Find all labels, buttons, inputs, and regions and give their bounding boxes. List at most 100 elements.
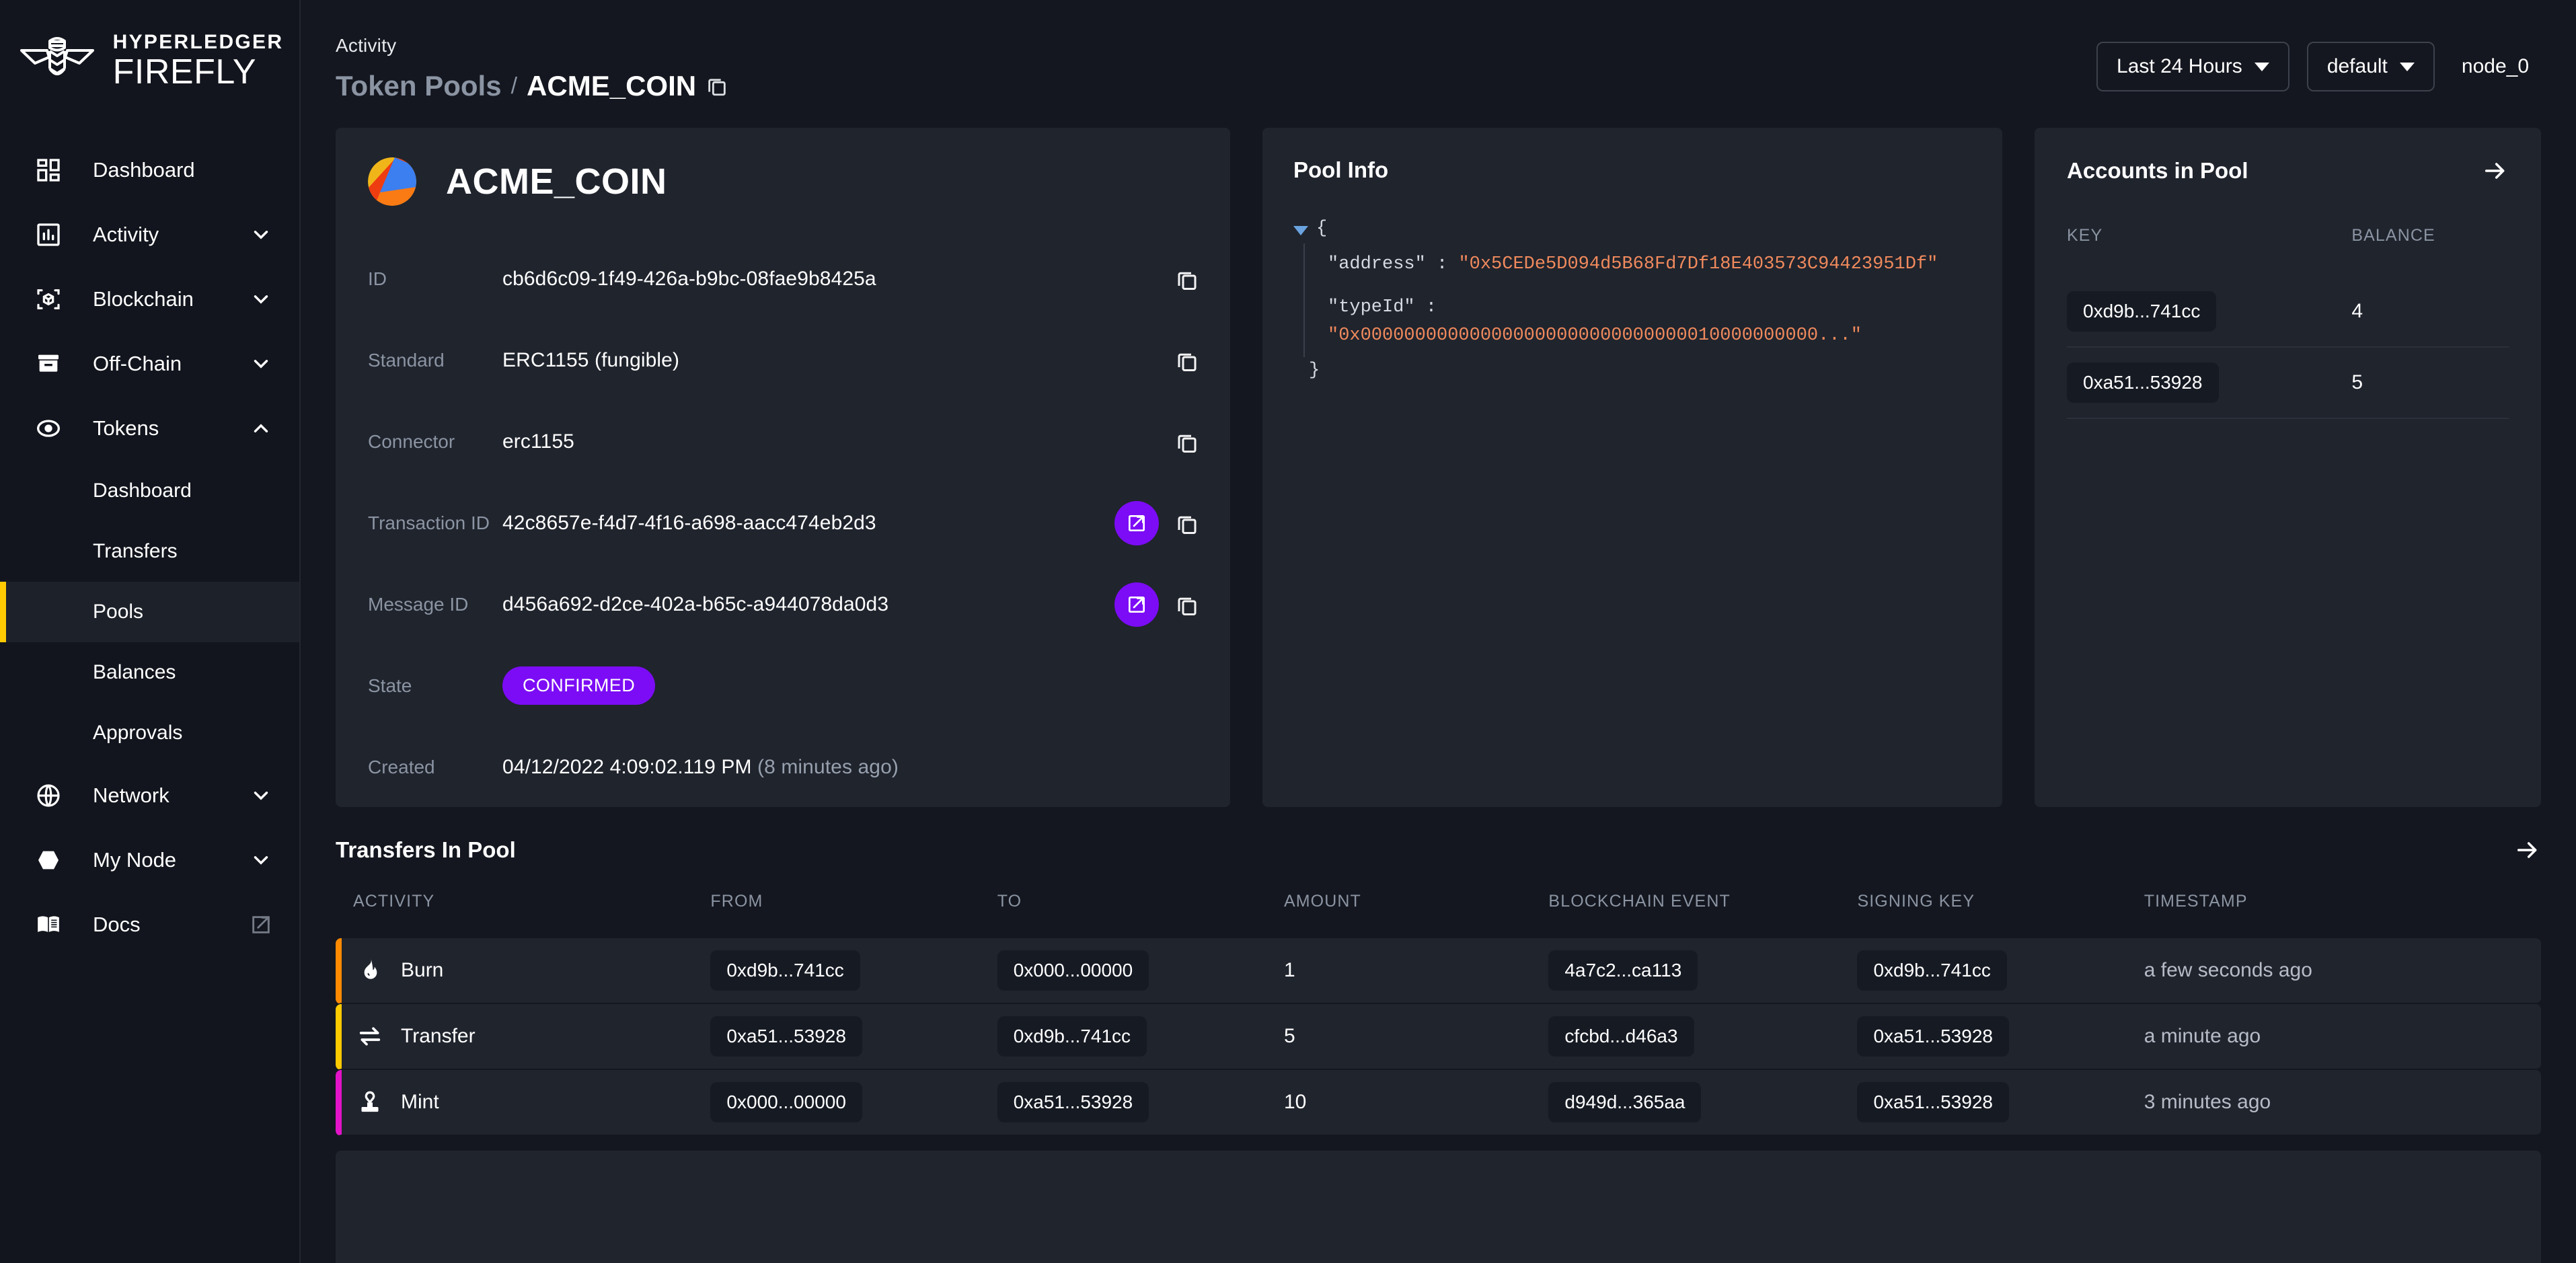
table-row[interactable]: Transfer 0xa51...53928 0xd9b...741cc 5 c… xyxy=(336,1004,2541,1070)
from-address-chip[interactable]: 0xd9b...741cc xyxy=(710,950,860,991)
brand-logo[interactable]: HYPERLEDGER FIREFLY xyxy=(0,0,299,138)
pool-info-card: Pool Info { "address" : "0x5CEDe5D094d5B… xyxy=(1262,128,2002,807)
external-link-icon[interactable] xyxy=(250,913,272,936)
json-entry-typeid: "typeId" : "0x00000000000000000000000000… xyxy=(1328,286,1971,358)
cube-scan-icon xyxy=(35,286,66,313)
cards-row: ACME_COIN ID cb6d6c09-1f49-426a-b9bc-08f… xyxy=(301,102,2576,807)
sidebar-item-dashboard[interactable]: Dashboard xyxy=(0,138,299,202)
arrow-right-icon[interactable] xyxy=(2514,837,2541,864)
breadcrumb: Activity Token Pools / ACME_COIN xyxy=(336,35,2096,102)
detail-value: ERC1155 (fungible) xyxy=(502,348,680,371)
copy-icon[interactable] xyxy=(1175,349,1198,372)
sidebar-item-tokens[interactable]: Tokens xyxy=(0,396,299,461)
sidebar-item-activity[interactable]: Activity xyxy=(0,202,299,267)
column-header-to: TO xyxy=(997,892,1022,911)
sidebar-item-tokens-approvals[interactable]: Approvals xyxy=(0,703,299,763)
sidebar-item-my-node[interactable]: My Node xyxy=(0,828,299,892)
breadcrumb-section: Activity xyxy=(336,35,397,56)
sidebar-subitem-label: Pools xyxy=(93,601,144,623)
sidebar-item-blockchain[interactable]: Blockchain xyxy=(0,267,299,332)
json-key: "address" xyxy=(1328,254,1426,274)
detail-row-state: State CONFIRMED xyxy=(368,645,1198,726)
top-bar: Activity Token Pools / ACME_COIN Last 24… xyxy=(301,0,2576,102)
top-controls: Last 24 Hours default node_0 xyxy=(2096,35,2529,91)
table-row[interactable]: Burn 0xd9b...741cc 0x000...00000 1 4a7c2… xyxy=(336,938,2541,1004)
chevron-down-icon[interactable] xyxy=(250,223,272,246)
json-close-brace: } xyxy=(1309,360,1320,381)
chevron-down-icon[interactable] xyxy=(250,288,272,311)
column-header-amount: AMOUNT xyxy=(1283,892,1361,911)
detail-value: d456a692-d2ce-402a-b65c-a944078da0d3 xyxy=(502,592,889,615)
sidebar-item-tokens-transfers[interactable]: Transfers xyxy=(0,521,299,582)
sidebar-item-tokens-pools[interactable]: Pools xyxy=(0,582,299,642)
detail-label: Standard xyxy=(368,349,445,371)
sidebar-subitem-label: Transfers xyxy=(93,540,178,562)
detail-label: Transaction ID xyxy=(368,512,490,533)
accounts-in-pool-card: Accounts in Pool KEY BALANCE 0xd9b...741… xyxy=(2035,128,2541,807)
from-address-chip[interactable]: 0x000...00000 xyxy=(710,1082,862,1122)
sidebar-item-tokens-dashboard[interactable]: Dashboard xyxy=(0,461,299,521)
to-address-chip[interactable]: 0x000...00000 xyxy=(997,950,1149,991)
to-address-chip[interactable]: 0xd9b...741cc xyxy=(997,1016,1147,1057)
column-header-timestamp: TIMESTAMP xyxy=(2144,892,2248,911)
sidebar: HYPERLEDGER FIREFLY Dashboard Activity B… xyxy=(0,0,301,1263)
collapse-triangle-icon[interactable] xyxy=(1293,226,1308,235)
accounts-table: KEY BALANCE 0xd9b...741cc 4 0xa51...5392… xyxy=(2067,226,2509,419)
from-address-chip[interactable]: 0xa51...53928 xyxy=(710,1016,862,1057)
table-row[interactable]: Mint 0x000...00000 0xa51...53928 10 d949… xyxy=(336,1070,2541,1136)
chevron-up-icon[interactable] xyxy=(250,417,272,440)
activity-label: Mint xyxy=(401,1091,439,1113)
copy-icon[interactable] xyxy=(1175,430,1198,453)
blockchain-event-chip[interactable]: 4a7c2...ca113 xyxy=(1548,950,1698,991)
sidebar-item-network[interactable]: Network xyxy=(0,763,299,828)
pool-name: ACME_COIN xyxy=(446,161,667,202)
token-circle-icon xyxy=(35,415,66,442)
copy-icon[interactable] xyxy=(1175,512,1198,535)
to-address-chip[interactable]: 0xa51...53928 xyxy=(997,1082,1149,1122)
created-relative: (8 minutes ago) xyxy=(757,755,899,778)
sidebar-item-tokens-balances[interactable]: Balances xyxy=(0,642,299,703)
sidebar-item-off-chain[interactable]: Off-Chain xyxy=(0,332,299,396)
open-external-button[interactable] xyxy=(1114,582,1159,627)
sidebar-item-docs[interactable]: Docs xyxy=(0,892,299,957)
amount-value: 10 xyxy=(1283,1070,1549,1136)
blockchain-event-chip[interactable]: cfcbd...d46a3 xyxy=(1548,1016,1694,1057)
account-key-chip[interactable]: 0xa51...53928 xyxy=(2067,362,2219,403)
detail-row-standard: Standard ERC1155 (fungible) xyxy=(368,319,1198,401)
copy-icon[interactable] xyxy=(706,75,728,98)
next-section-placeholder-card xyxy=(336,1151,2541,1263)
breadcrumb-parent-link[interactable]: Token Pools xyxy=(336,70,502,102)
open-external-button[interactable] xyxy=(1114,500,1159,545)
json-value: "0x5CEDe5D094d5B68Fd7Df18E403573C9442395… xyxy=(1458,254,1938,274)
chevron-down-icon[interactable] xyxy=(250,784,272,807)
chevron-down-icon[interactable] xyxy=(250,849,272,872)
account-key-chip[interactable]: 0xd9b...741cc xyxy=(2067,291,2217,332)
column-header-activity: ACTIVITY xyxy=(353,892,435,911)
firefly-bee-logo-icon xyxy=(16,34,98,88)
transfers-title: Transfers In Pool xyxy=(336,837,516,862)
amount-value: 5 xyxy=(1283,1004,1549,1070)
breadcrumb-separator: / xyxy=(510,73,518,99)
copy-icon[interactable] xyxy=(1175,268,1198,291)
blockchain-event-chip[interactable]: d949d...365aa xyxy=(1548,1082,1702,1122)
table-row[interactable]: 0xd9b...741cc 4 xyxy=(2067,276,2509,348)
transfers-table-header: ACTIVITY FROM TO AMOUNT BLOCKCHAIN EVENT… xyxy=(336,892,2541,938)
chevron-down-icon[interactable] xyxy=(250,352,272,375)
column-header-key: KEY xyxy=(2067,226,2103,245)
json-viewer: { "address" : "0x5CEDe5D094d5B68Fd7Df18E… xyxy=(1293,215,1971,385)
namespace-dropdown[interactable]: default xyxy=(2306,42,2435,91)
table-row[interactable]: 0xa51...53928 5 xyxy=(2067,347,2509,419)
signing-key-chip[interactable]: 0xd9b...741cc xyxy=(1857,950,2007,991)
namespace-label: default xyxy=(2326,55,2388,77)
time-filter-dropdown[interactable]: Last 24 Hours xyxy=(2096,42,2289,91)
amount-value: 1 xyxy=(1283,938,1549,1004)
detail-label: ID xyxy=(368,268,387,289)
column-header-balance: BALANCE xyxy=(2351,226,2435,245)
signing-key-chip[interactable]: 0xa51...53928 xyxy=(1857,1082,2009,1122)
sidebar-item-label: Tokens xyxy=(93,416,159,440)
copy-icon[interactable] xyxy=(1175,593,1198,616)
arrow-right-icon[interactable] xyxy=(2482,157,2509,184)
accounts-title: Accounts in Pool xyxy=(2067,158,2248,183)
signing-key-chip[interactable]: 0xa51...53928 xyxy=(1857,1016,2009,1057)
json-entry-address: "address" : "0x5CEDe5D094d5B68Fd7Df18E40… xyxy=(1328,243,1971,286)
